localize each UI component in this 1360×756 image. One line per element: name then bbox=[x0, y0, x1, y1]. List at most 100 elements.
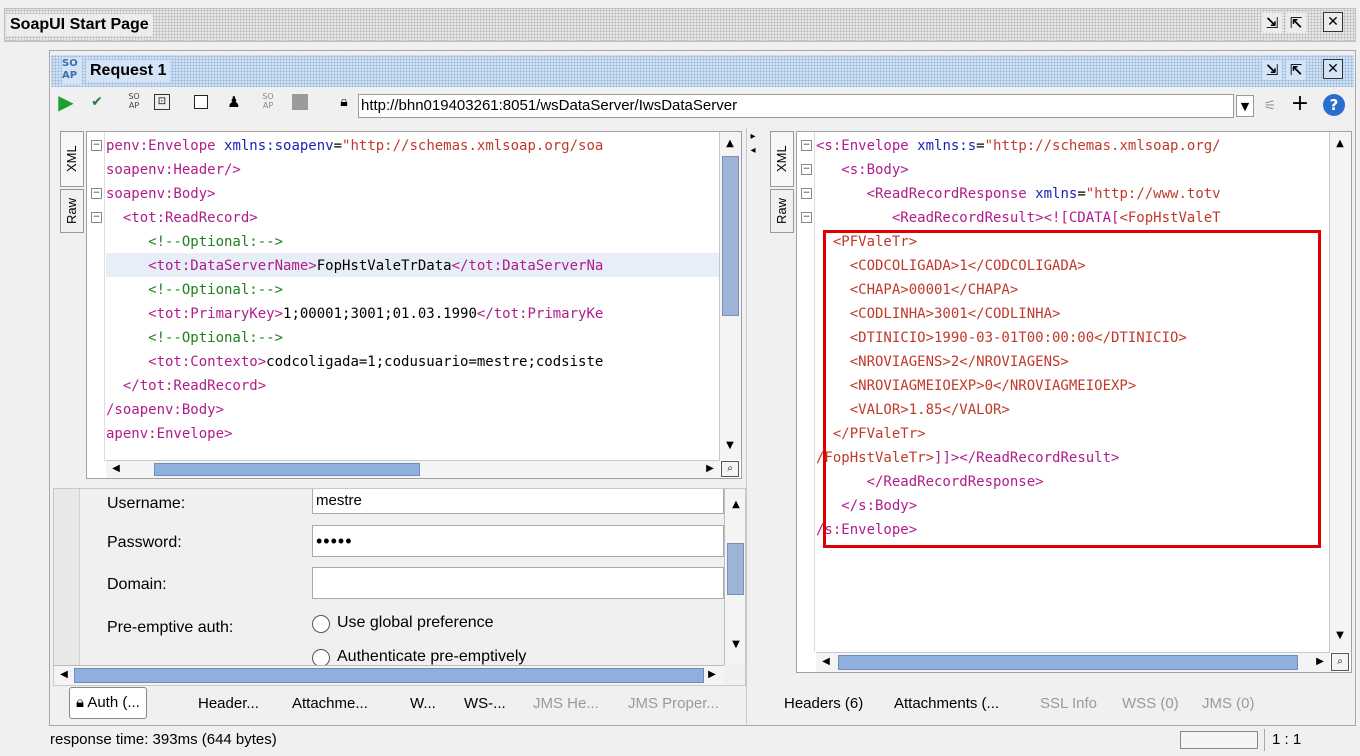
scroll-up-icon[interactable]: ▲ bbox=[1332, 136, 1348, 152]
endpoint-input[interactable]: http://bhn019403261:8051/wsDataServer/Iw… bbox=[358, 94, 1234, 118]
window-title: SoapUI Start Page bbox=[6, 14, 153, 36]
tab-response-raw-label: Raw bbox=[774, 198, 789, 225]
soap-icon: SO AP bbox=[62, 58, 82, 84]
tab-response-xml[interactable]: XML bbox=[770, 131, 794, 187]
fold-icon[interactable]: − bbox=[91, 212, 102, 223]
tab-request-raw[interactable]: Raw bbox=[60, 189, 84, 233]
auth-hscroll[interactable]: ◀ ▶ bbox=[54, 665, 724, 685]
domain-field[interactable] bbox=[312, 567, 724, 599]
collapse-left-icon[interactable]: ◂ bbox=[747, 145, 759, 157]
add-icon[interactable]: + bbox=[1290, 92, 1310, 116]
tab-ssl-info[interactable]: SSL Info bbox=[1040, 686, 1097, 722]
preemptive-label: Pre-emptive auth: bbox=[107, 619, 234, 636]
checkbox-icon[interactable] bbox=[194, 95, 208, 109]
find-icon[interactable]: ⌕ bbox=[1331, 653, 1349, 671]
auth-gutter bbox=[54, 489, 80, 669]
tab-wsa[interactable]: W... bbox=[410, 686, 436, 722]
status-progress bbox=[1180, 731, 1258, 749]
tab-response-headers[interactable]: Headers (6) bbox=[784, 686, 863, 722]
scroll-thumb[interactable] bbox=[838, 655, 1298, 670]
scroll-right-icon[interactable]: ▶ bbox=[1312, 654, 1328, 670]
username-field[interactable]: mestre bbox=[312, 489, 724, 514]
tab-ws-rm[interactable]: WS-... bbox=[464, 686, 506, 722]
window-maximize-icon[interactable]: ⇱ bbox=[1286, 13, 1306, 33]
response-time: response time: 393ms (644 bytes) bbox=[50, 731, 277, 748]
scroll-thumb[interactable] bbox=[722, 156, 739, 316]
request-xml-editor[interactable]: − − − penv:Envelope xmlns:soapenv="http:… bbox=[86, 131, 742, 479]
radio-global-preference[interactable] bbox=[312, 615, 330, 633]
scroll-left-icon[interactable]: ◀ bbox=[108, 461, 124, 477]
tab-response-attachments[interactable]: Attachments (... bbox=[894, 686, 999, 722]
scroll-down-icon[interactable]: ▼ bbox=[1332, 628, 1348, 644]
response-tabs: Headers (6) Attachments (... SSL Info WS… bbox=[762, 686, 1354, 722]
radio-global-preference-label: Use global preference bbox=[337, 614, 494, 631]
format-icon[interactable]: ⊡ bbox=[154, 94, 170, 110]
fold-icon[interactable]: − bbox=[91, 188, 102, 199]
fold-icon[interactable]: − bbox=[801, 164, 812, 175]
lock-icon: 🔒︎ bbox=[76, 694, 84, 711]
request-tabs: 🔒︎ Auth (... Header... Attachme... W... … bbox=[53, 686, 746, 722]
gutter bbox=[797, 132, 815, 652]
tab-wss[interactable]: WSS (0) bbox=[1122, 686, 1179, 722]
split-divider[interactable] bbox=[746, 128, 760, 724]
scroll-thumb[interactable] bbox=[154, 463, 420, 476]
scroll-left-icon[interactable]: ◀ bbox=[818, 654, 834, 670]
scroll-down-icon[interactable]: ▼ bbox=[728, 637, 744, 653]
add-assertion-icon[interactable]: ✔ bbox=[87, 92, 107, 112]
user-icon[interactable]: ♟ bbox=[224, 92, 244, 112]
scroll-up-icon[interactable]: ▲ bbox=[728, 497, 744, 513]
tab-attachments[interactable]: Attachme... bbox=[292, 686, 368, 722]
password-field[interactable]: ••••• bbox=[312, 525, 724, 557]
request-maximize-icon[interactable]: ⇱ bbox=[1286, 60, 1306, 80]
fold-icon[interactable]: − bbox=[801, 140, 812, 151]
collapse-right-icon[interactable]: ▸ bbox=[747, 131, 759, 143]
radio-authenticate-label: Authenticate pre-emptively bbox=[337, 648, 527, 665]
domain-label: Domain: bbox=[107, 576, 167, 593]
window-restore-icon[interactable]: ⇲ bbox=[1262, 13, 1282, 33]
scroll-left-icon[interactable]: ◀ bbox=[56, 667, 72, 683]
settings-icon[interactable]: ⚟ bbox=[1260, 95, 1280, 117]
scroll-thumb[interactable] bbox=[727, 543, 744, 595]
window-title-bar bbox=[4, 8, 1356, 42]
endpoint-dropdown-icon[interactable]: ▼ bbox=[1236, 95, 1254, 117]
scroll-down-icon[interactable]: ▼ bbox=[722, 438, 738, 454]
tab-response-raw[interactable]: Raw bbox=[770, 189, 794, 233]
tab-headers[interactable]: Header... bbox=[198, 686, 259, 722]
lock-icon: 🔒︎ bbox=[340, 94, 348, 110]
request-title: Request 1 bbox=[86, 60, 171, 82]
response-editor-hscroll[interactable]: ◀ ▶ bbox=[816, 652, 1330, 672]
tab-jms-headers[interactable]: JMS He... bbox=[533, 686, 599, 722]
tab-auth[interactable]: 🔒︎ Auth (... bbox=[69, 687, 147, 719]
scroll-up-icon[interactable]: ▲ bbox=[722, 136, 738, 152]
request-editor-vscroll[interactable]: ▲ ▼ bbox=[719, 132, 741, 460]
response-editor-vscroll[interactable]: ▲ ▼ bbox=[1329, 132, 1351, 652]
gutter bbox=[87, 132, 105, 462]
request-close-icon[interactable]: ✕ bbox=[1323, 59, 1343, 79]
auth-vscroll[interactable]: ▲ ▼ bbox=[724, 489, 745, 665]
find-icon[interactable]: ⌕ bbox=[721, 461, 739, 477]
soap-version-icon[interactable]: SO AP bbox=[258, 92, 278, 112]
tab-response-xml-label: XML bbox=[774, 145, 789, 173]
stop-icon[interactable] bbox=[292, 94, 308, 110]
scroll-right-icon[interactable]: ▶ bbox=[702, 461, 718, 477]
run-icon[interactable]: ▶ bbox=[56, 92, 76, 112]
request-editor-hscroll[interactable]: ◀ ▶ bbox=[106, 460, 720, 478]
tab-request-xml[interactable]: XML bbox=[60, 131, 84, 187]
scroll-right-icon[interactable]: ▶ bbox=[704, 667, 720, 683]
tab-jms[interactable]: JMS (0) bbox=[1202, 686, 1255, 722]
scroll-thumb[interactable] bbox=[74, 668, 704, 683]
username-label: Username: bbox=[107, 495, 186, 512]
cursor-position: 1 : 1 bbox=[1272, 731, 1302, 748]
tab-request-raw-label: Raw bbox=[64, 198, 79, 225]
fold-icon[interactable]: − bbox=[801, 188, 812, 199]
response-xml-editor[interactable]: − − − − <s:Envelope xmlns:s="http://sche… bbox=[796, 131, 1352, 673]
soap-request-icon[interactable]: SO AP bbox=[124, 92, 144, 112]
fold-icon[interactable]: − bbox=[801, 212, 812, 223]
window-close-icon[interactable]: ✕ bbox=[1323, 12, 1343, 32]
fold-icon[interactable]: − bbox=[91, 140, 102, 151]
auth-panel: Username: mestre Password: ••••• Domain:… bbox=[53, 488, 746, 686]
request-restore-icon[interactable]: ⇲ bbox=[1262, 60, 1282, 80]
tab-jms-properties[interactable]: JMS Proper... bbox=[628, 686, 719, 722]
help-icon[interactable]: ? bbox=[1323, 94, 1345, 116]
status-divider bbox=[1264, 729, 1265, 751]
